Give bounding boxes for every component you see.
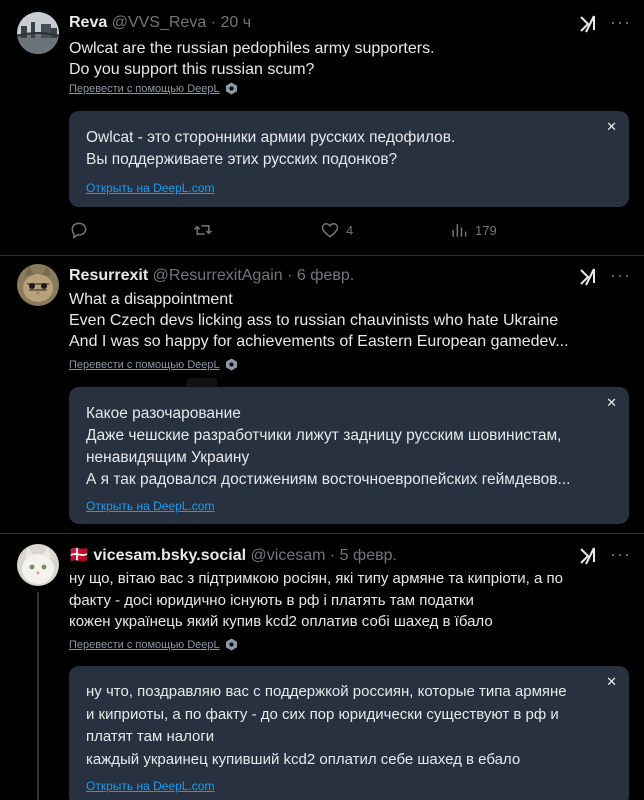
tweet-line: Do you support this russian scum? bbox=[69, 61, 315, 78]
avatar[interactable] bbox=[17, 264, 59, 306]
like-button[interactable]: 4 bbox=[320, 220, 353, 240]
close-icon[interactable]: ✕ bbox=[606, 674, 617, 690]
more-icon[interactable]: ··· bbox=[610, 544, 632, 564]
close-icon[interactable]: ✕ bbox=[606, 119, 617, 135]
deepl-icon bbox=[225, 358, 237, 371]
translation-line: и киприоты, а по факту - до сих пор юрид… bbox=[86, 705, 559, 723]
tweet-text: What a disappointment Even Czech devs li… bbox=[69, 289, 569, 352]
more-icon[interactable]: ··· bbox=[610, 12, 632, 32]
translation-box: Owlcat - это сторонники армии русских пе… bbox=[69, 111, 629, 207]
translate-link[interactable]: Перевести с помощью DeepL bbox=[69, 82, 238, 95]
views-count: 179 bbox=[475, 222, 497, 238]
close-icon[interactable]: ✕ bbox=[606, 395, 617, 411]
timestamp[interactable]: · 6 февр. bbox=[287, 267, 354, 284]
deepl-icon bbox=[225, 82, 237, 95]
translation-text: Owlcat - это сторонники армии русских пе… bbox=[86, 127, 455, 171]
translation-line: Вы поддерживаете этих русских подонков? bbox=[86, 151, 398, 168]
translation-text: ну что, поздравляю вас с поддержкой росс… bbox=[86, 681, 567, 771]
tweet-line: кожен українець який купив kcd2 оплатив … bbox=[69, 613, 493, 630]
display-name[interactable]: vicesam.bsky.social bbox=[93, 547, 246, 564]
avatar[interactable] bbox=[17, 12, 59, 54]
translation-text: Какое разочарование Даже чешские разрабо… bbox=[86, 403, 570, 491]
tweet-text: Owlcat are the russian pedophiles army s… bbox=[69, 38, 435, 80]
timestamp[interactable]: · 20 ч bbox=[211, 14, 251, 31]
timestamp[interactable]: · 5 февр. bbox=[330, 547, 397, 564]
tweet-vicesam[interactable]: 🇩🇰 vicesam.bsky.social @vicesam · 5 февр… bbox=[0, 534, 644, 800]
grok-icon[interactable] bbox=[578, 14, 598, 34]
avatar[interactable] bbox=[17, 544, 59, 586]
user-handle[interactable]: @vicesam bbox=[251, 547, 326, 564]
like-count: 4 bbox=[346, 222, 354, 238]
reply-icon bbox=[71, 222, 87, 239]
retweet-button[interactable] bbox=[193, 220, 213, 240]
user-handle[interactable]: @VVS_Reva bbox=[112, 14, 207, 31]
tweet-line: ну що, вітаю вас з підтримкою росіян, як… bbox=[69, 570, 563, 587]
tweet-line: факту - досі юридично існують в рф і пла… bbox=[69, 591, 474, 609]
flag-icon: 🇩🇰 bbox=[69, 547, 89, 564]
translation-line: каждый украинец купивший kcd2 оплатил се… bbox=[86, 750, 521, 768]
grok-icon[interactable] bbox=[578, 267, 598, 287]
tweet-header: Resurrexit @ResurrexitAgain · 6 февр. bbox=[69, 266, 354, 286]
translate-link[interactable]: Перевести с помощью DeepL bbox=[69, 358, 238, 371]
tweet-header: 🇩🇰 vicesam.bsky.social @vicesam · 5 февр… bbox=[69, 546, 397, 566]
user-handle[interactable]: @ResurrexitAgain bbox=[153, 267, 283, 284]
translation-line: ненавидящим Украину bbox=[86, 449, 250, 466]
translate-label[interactable]: Перевести с помощью DeepL bbox=[69, 83, 220, 95]
reply-button[interactable] bbox=[69, 220, 89, 240]
translation-box: ну что, поздравляю вас с поддержкой росс… bbox=[69, 666, 629, 800]
open-deepl-link[interactable]: Открыть на DeepL.com bbox=[86, 499, 214, 513]
translation-line: Owlcat - это сторонники армии русских пе… bbox=[86, 129, 456, 146]
translation-line: Даже чешские разработчики лижут задницу … bbox=[86, 427, 562, 444]
tweet-reva[interactable]: Reva @VVS_Reva · 20 ч ··· Owlcat are the… bbox=[0, 0, 644, 262]
views-button[interactable]: 179 bbox=[449, 220, 497, 240]
deepl-icon bbox=[225, 638, 237, 651]
views-icon bbox=[452, 224, 467, 237]
translation-line: ну что, поздравляю вас с поддержкой росс… bbox=[86, 683, 567, 700]
tweet-resurrexit[interactable]: Resurrexit @ResurrexitAgain · 6 февр. ··… bbox=[0, 256, 644, 532]
tweet-line: And I was so happy for achievements of E… bbox=[69, 333, 569, 350]
tweet-line: Owlcat are the russian pedophiles army s… bbox=[69, 40, 435, 57]
translation-box: Какое разочарование Даже чешские разрабо… bbox=[69, 387, 629, 524]
translation-line: платят там налоги bbox=[86, 728, 215, 745]
translate-link[interactable]: Перевести с помощью DeepL bbox=[69, 638, 238, 651]
display-name[interactable]: Reva bbox=[69, 14, 107, 31]
translation-line: Какое разочарование bbox=[86, 405, 241, 422]
tweet-text: ну що, вітаю вас з підтримкою росіян, як… bbox=[69, 568, 563, 633]
translation-line: А я так радовался достижениям восточноев… bbox=[86, 471, 571, 488]
action-bar: 4 179 bbox=[69, 220, 629, 244]
translate-label[interactable]: Перевести с помощью DeepL bbox=[69, 359, 220, 371]
translate-label[interactable]: Перевести с помощью DeepL bbox=[69, 639, 220, 651]
like-icon bbox=[321, 222, 339, 238]
tweet-line: What a disappointment bbox=[69, 291, 233, 308]
grok-icon[interactable] bbox=[578, 546, 598, 566]
tweet-line: Even Czech devs licking ass to russian c… bbox=[69, 312, 559, 329]
display-name[interactable]: Resurrexit bbox=[69, 267, 148, 284]
open-deepl-link[interactable]: Открыть на DeepL.com bbox=[86, 181, 214, 195]
retweet-icon bbox=[194, 225, 212, 235]
more-icon[interactable]: ··· bbox=[610, 265, 632, 285]
open-deepl-link[interactable]: Открыть на DeepL.com bbox=[86, 779, 214, 793]
tweet-header: Reva @VVS_Reva · 20 ч bbox=[69, 13, 251, 33]
